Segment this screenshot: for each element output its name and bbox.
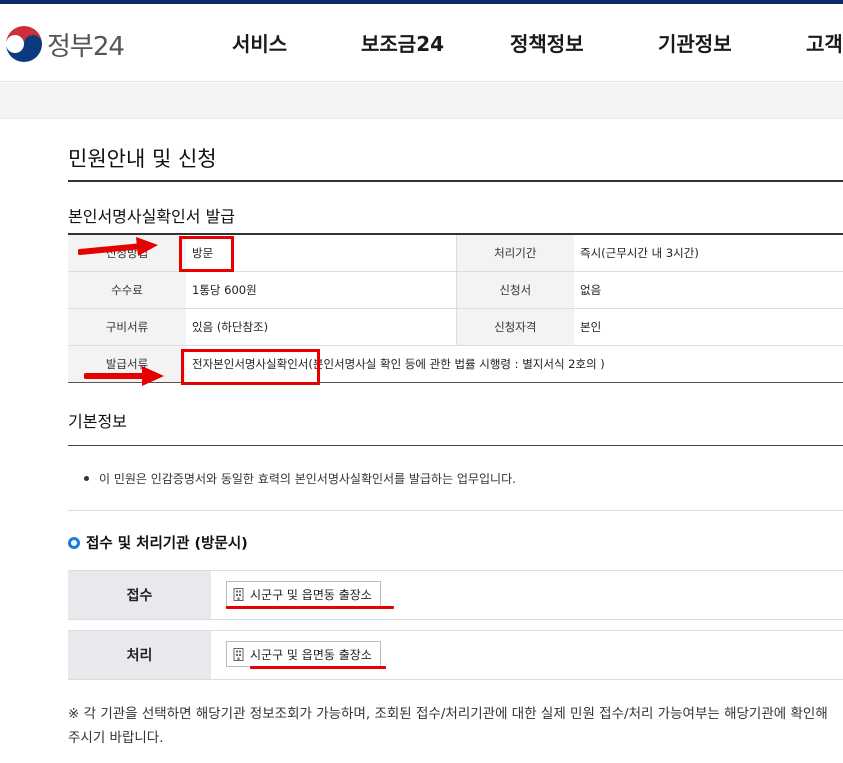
page-title: 민원안내 및 신청 xyxy=(68,147,217,171)
process-label: 처리 xyxy=(68,631,211,679)
agency-section-heading: 접수 및 처리기관 (방문시) xyxy=(68,532,248,553)
receive-agency-label: 시군구 및 읍면동 출장소 xyxy=(250,587,372,602)
table-value-cell: 1통당 600원 xyxy=(186,271,456,309)
table-row: 구비서류 있음 (하단참조) 신청자격 본인 xyxy=(68,308,843,346)
receive-agency-button[interactable]: 시군구 및 읍면동 출장소 xyxy=(226,581,381,607)
nav-item-customer[interactable]: 고객 xyxy=(806,28,843,57)
table-value-cell: 즉시(근무시간 내 3시간) xyxy=(574,233,843,272)
table-header-cell: 수수료 xyxy=(68,271,186,309)
issue-document-note: (본인서명사실 확인 등에 관한 법률 시행령 : 별지서식 2호의 ) xyxy=(308,356,605,371)
table-value-cell: 없음 xyxy=(574,271,843,309)
basic-info-title: 기본정보 xyxy=(68,412,127,431)
agency-note: ※ 각 기관을 선택하면 해당기관 정보조회가 가능하며, 조회된 접수/처리기… xyxy=(68,706,828,746)
process-agency-row: 처리 시군구 및 읍면동 출장소 xyxy=(68,630,843,680)
table-header-cell: 처리기간 xyxy=(455,233,574,272)
bullet-icon xyxy=(84,476,89,481)
table-header-cell: 구비서류 xyxy=(68,308,186,346)
annotation-highlight-box xyxy=(179,236,234,272)
table-header-cell: 신청자격 xyxy=(455,308,574,346)
nav-item-policy-info[interactable]: 정책정보 xyxy=(510,28,584,57)
list-item: 이 민원은 인감증명서와 동일한 효력의 본인서명사실확인서를 발급하는 업무입… xyxy=(84,470,516,487)
building-icon xyxy=(233,587,244,601)
annotation-arrow-icon xyxy=(78,237,158,256)
title-divider xyxy=(68,180,843,182)
section-divider xyxy=(68,510,843,511)
service-title: 본인서명사실확인서 발급 xyxy=(68,207,236,226)
basic-info-text: 이 민원은 인감증명서와 동일한 효력의 본인서명사실확인서를 발급하는 업무입… xyxy=(99,472,516,486)
nav-item-agency-info[interactable]: 기관정보 xyxy=(658,28,732,57)
nav-item-subsidy24[interactable]: 보조금24 xyxy=(361,28,444,57)
table-value-cell: 있음 (하단참조) xyxy=(186,308,456,346)
breadcrumb-band xyxy=(0,83,843,119)
table-row: 수수료 1통당 600원 신청서 없음 xyxy=(68,271,843,309)
annotation-arrow-icon xyxy=(84,366,164,386)
site-header: 정부24 서비스 보조금24 정책정보 기관정보 고객 xyxy=(0,4,843,82)
receive-label: 접수 xyxy=(68,571,211,619)
receive-agency-row: 접수 시군구 및 읍면동 출장소 xyxy=(68,570,843,620)
process-agency-button[interactable]: 시군구 및 읍면동 출장소 xyxy=(226,641,381,667)
ring-bullet-icon xyxy=(68,536,80,549)
table-value-cell: 본인 xyxy=(574,308,843,346)
annotation-underline xyxy=(250,666,386,669)
main-nav: 서비스 보조금24 정책정보 기관정보 고객 xyxy=(0,28,843,64)
annotation-highlight-box xyxy=(181,349,320,385)
table-header-cell: 신청서 xyxy=(455,271,574,309)
building-icon xyxy=(233,647,244,661)
agency-section-title: 접수 및 처리기관 (방문시) xyxy=(86,536,248,552)
nav-item-services[interactable]: 서비스 xyxy=(232,28,287,57)
annotation-underline xyxy=(226,606,394,609)
section-divider xyxy=(68,445,843,446)
process-agency-label: 시군구 및 읍면동 출장소 xyxy=(250,647,372,662)
